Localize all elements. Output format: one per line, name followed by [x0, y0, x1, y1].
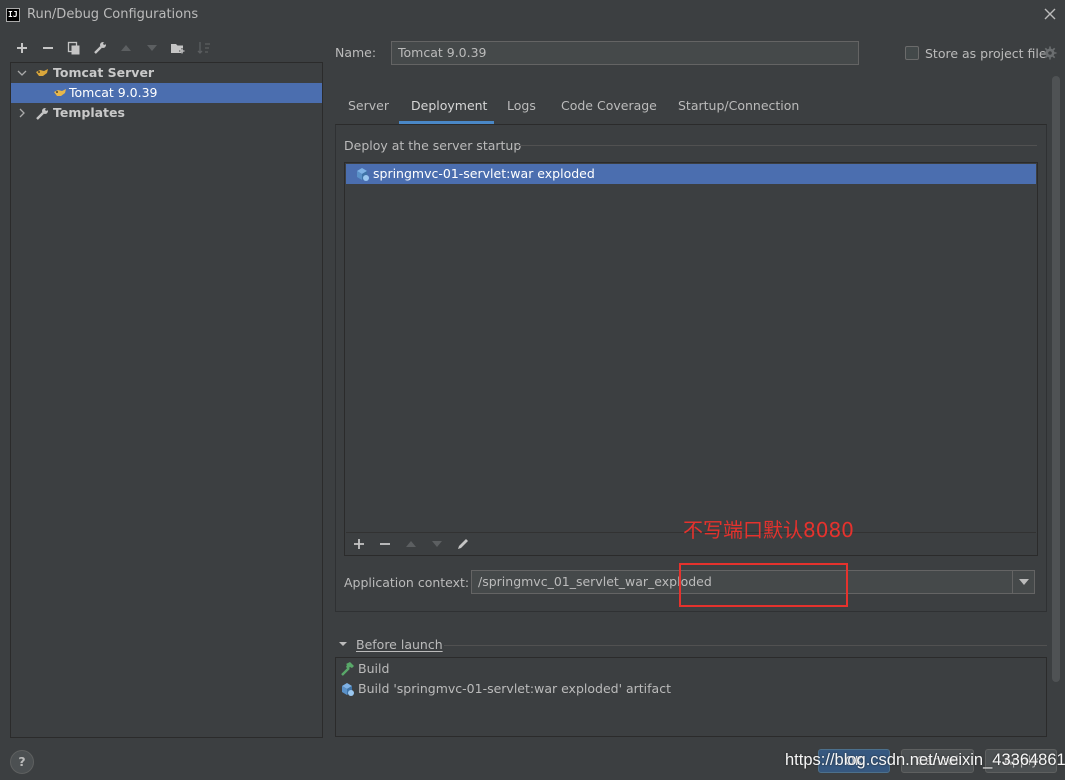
deploy-section-title: Deploy at the server startup — [344, 138, 522, 153]
dropdown-arrow-icon[interactable] — [1012, 571, 1034, 593]
store-as-project-checkbox[interactable] — [905, 46, 919, 60]
arrow-up-icon[interactable] — [117, 39, 135, 57]
section-divider — [444, 645, 1047, 646]
annotation-text: 不写端口默认8080 — [683, 518, 854, 542]
tab-startup-connection[interactable]: Startup/Connection — [674, 92, 803, 124]
store-as-project-label: Store as project file — [925, 46, 1047, 61]
app-context-value[interactable]: /springmvc_01_servlet_war_exploded — [478, 574, 712, 589]
list-item[interactable]: Build 'springmvc-01-servlet:war exploded… — [336, 679, 1046, 699]
tree-item-label: Tomcat 9.0.39 — [69, 85, 158, 100]
before-launch-list[interactable]: Build Build 'springmvc-01-servlet:war ex… — [335, 657, 1047, 737]
arrow-down-icon[interactable] — [428, 535, 446, 553]
copy-icon[interactable] — [65, 39, 83, 57]
folder-add-icon[interactable] — [169, 39, 187, 57]
tab-logs[interactable]: Logs — [503, 92, 540, 124]
list-item-label: Build — [358, 661, 390, 676]
title-bar: IJ Run/Debug Configurations — [0, 0, 1065, 30]
help-button[interactable]: ? — [10, 750, 34, 774]
sort-icon[interactable] — [195, 39, 213, 57]
before-launch-title[interactable]: Before launch — [356, 637, 443, 652]
tree-group-label: Templates — [53, 105, 125, 120]
window-title: Run/Debug Configurations — [27, 7, 199, 22]
list-item-label: Build 'springmvc-01-servlet:war exploded… — [358, 681, 671, 696]
app-context-label: Application context: — [344, 575, 470, 590]
name-label: Name: — [335, 45, 377, 60]
artifact-icon — [354, 166, 370, 188]
artifact-icon — [339, 681, 355, 703]
tree-item-tomcat-9[interactable]: Tomcat 9.0.39 — [11, 83, 322, 103]
plus-icon[interactable] — [350, 535, 368, 553]
gear-icon[interactable] — [1043, 46, 1057, 60]
minus-icon[interactable] — [39, 39, 57, 57]
list-item-label: springmvc-01-servlet:war exploded — [373, 166, 595, 181]
collapse-triangle-icon[interactable] — [338, 637, 348, 654]
app-logo-icon: IJ — [6, 8, 20, 22]
tab-deployment[interactable]: Deployment — [407, 92, 491, 124]
configuration-tree[interactable]: Tomcat Server Tomcat 9.0.39 Templates — [10, 62, 323, 738]
edit-icon[interactable] — [454, 535, 472, 553]
chevron-right-icon[interactable] — [17, 103, 27, 129]
tree-group-label: Tomcat Server — [53, 65, 155, 80]
section-divider — [516, 145, 1037, 146]
tab-code-coverage[interactable]: Code Coverage — [557, 92, 661, 124]
close-icon[interactable] — [1040, 4, 1060, 24]
list-item[interactable]: Build — [336, 659, 1046, 679]
tab-server[interactable]: Server — [344, 92, 393, 124]
list-item[interactable]: springmvc-01-servlet:war exploded — [346, 164, 1036, 184]
watermark-text: https://blog.csdn.net/weixin_43364861 — [785, 751, 1065, 769]
arrow-down-icon[interactable] — [143, 39, 161, 57]
tree-group-tomcat-server[interactable]: Tomcat Server — [11, 63, 322, 83]
tree-group-templates[interactable]: Templates — [11, 103, 322, 123]
arrow-up-icon[interactable] — [402, 535, 420, 553]
wrench-icon — [35, 103, 49, 129]
annotation-highlight-box — [679, 563, 848, 607]
vertical-scrollbar[interactable] — [1052, 76, 1060, 682]
name-input[interactable]: Tomcat 9.0.39 — [391, 41, 859, 65]
deploy-artifact-list[interactable]: springmvc-01-servlet:war exploded — [344, 162, 1038, 556]
wrench-icon[interactable] — [91, 39, 109, 57]
plus-icon[interactable] — [13, 39, 31, 57]
minus-icon[interactable] — [376, 535, 394, 553]
